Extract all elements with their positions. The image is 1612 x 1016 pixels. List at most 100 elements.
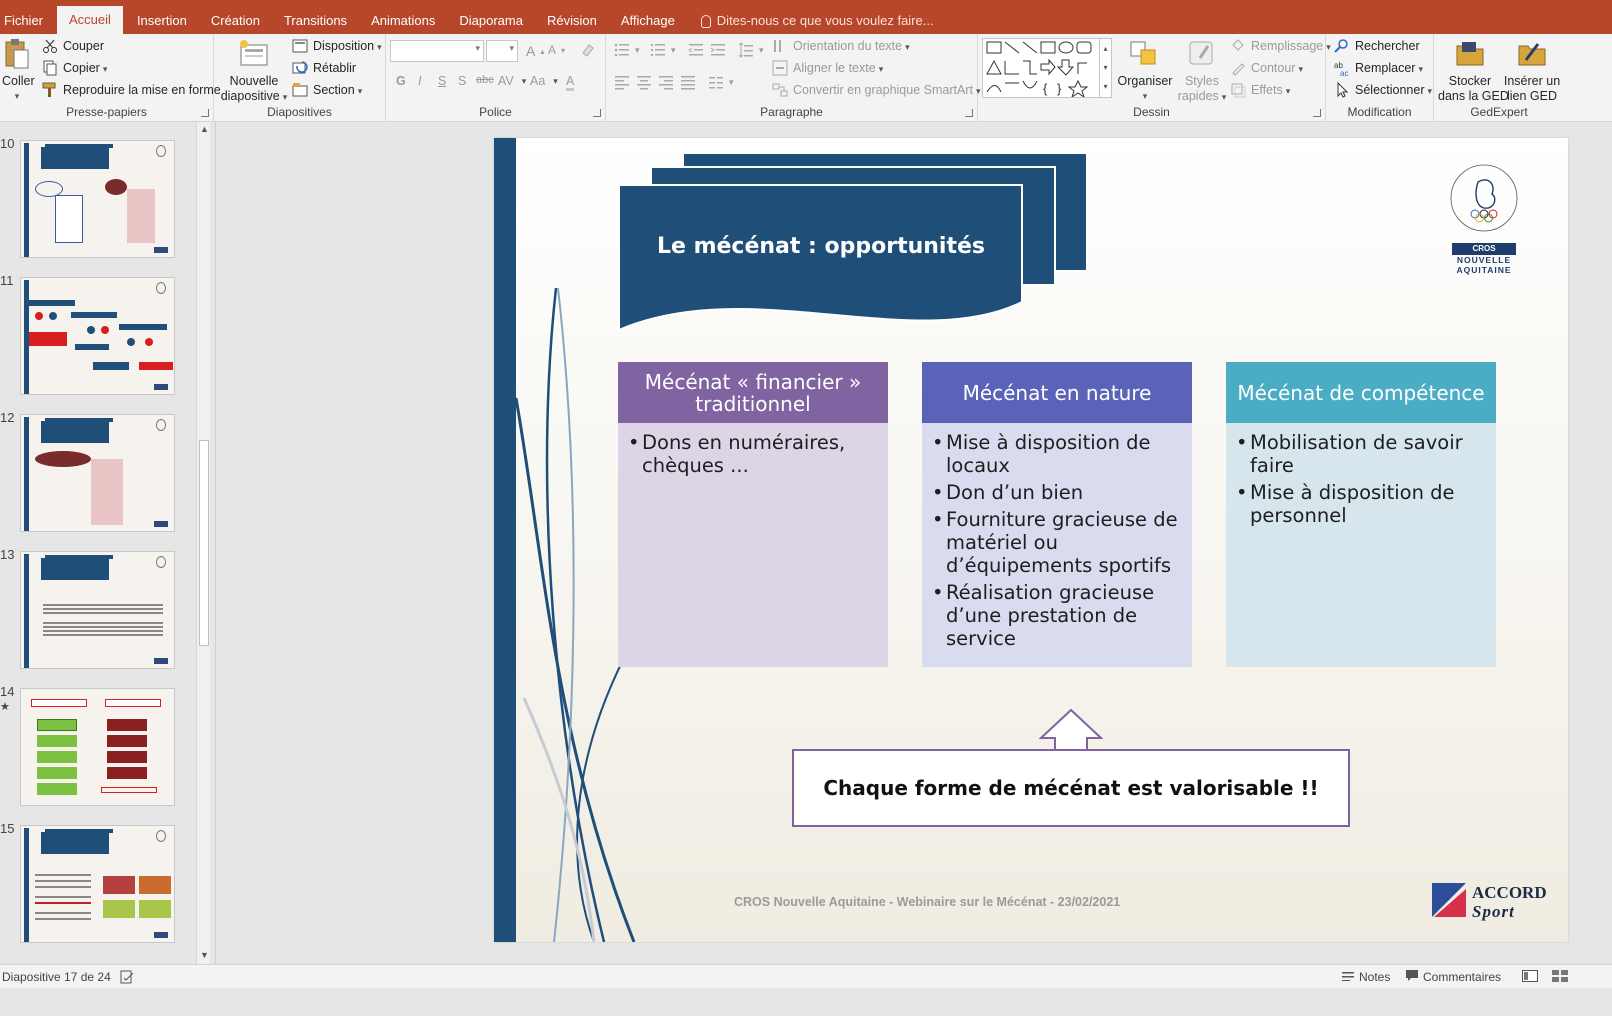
columns-button[interactable]: ▾ bbox=[708, 74, 734, 90]
increase-indent-button[interactable] bbox=[710, 42, 726, 58]
store-in-ged-button[interactable]: Stocker dans la GED bbox=[1438, 38, 1509, 104]
cros-logo: CROS NOUVELLE AQUITAINE bbox=[1444, 162, 1524, 275]
align-right-button[interactable] bbox=[658, 74, 674, 90]
dialog-launcher-icon[interactable] bbox=[593, 109, 601, 117]
text-direction-button[interactable]: Orientation du texte bbox=[772, 38, 910, 54]
olympic-committee-seal-icon bbox=[1450, 164, 1518, 232]
normal-view-icon[interactable] bbox=[1522, 970, 1538, 982]
justify-icon bbox=[680, 74, 696, 90]
columns-icon bbox=[708, 74, 724, 90]
align-text-button[interactable]: Aligner le texte bbox=[772, 60, 883, 76]
section-button[interactable]: Section bbox=[292, 82, 362, 98]
notes-button[interactable]: Notes bbox=[1342, 970, 1390, 984]
font-size-combobox[interactable]: ▾ bbox=[486, 40, 518, 62]
select-button[interactable]: Sélectionner bbox=[1334, 81, 1432, 98]
dialog-launcher-icon[interactable] bbox=[201, 109, 209, 117]
slide-thumbnail-12[interactable] bbox=[20, 414, 175, 532]
decrease-indent-button[interactable] bbox=[688, 42, 704, 58]
dialog-launcher-icon[interactable] bbox=[1313, 109, 1321, 117]
font-color-button[interactable]: A bbox=[566, 74, 575, 91]
underline-button[interactable]: S bbox=[438, 74, 446, 88]
title-shape-front bbox=[618, 184, 1023, 332]
cursor-arrow-icon bbox=[1334, 81, 1350, 98]
slide-thumbnail-15[interactable] bbox=[20, 825, 175, 943]
comments-button[interactable]: Commentaires bbox=[1406, 970, 1501, 984]
numbering-icon bbox=[650, 42, 666, 58]
scroll-up-icon[interactable]: ▲ bbox=[200, 124, 209, 134]
align-text-icon bbox=[772, 60, 788, 76]
group-label-font: Police bbox=[479, 105, 512, 119]
slide-canvas[interactable]: Le mécénat : opportunités CROS NOUVELLE … bbox=[494, 138, 1568, 942]
strikethrough-button[interactable]: abc bbox=[476, 74, 494, 86]
slide-thumbnail-10[interactable] bbox=[20, 140, 175, 258]
indent-icon bbox=[710, 42, 726, 58]
notes-icon bbox=[1342, 970, 1354, 984]
new-slide-button[interactable]: Nouvelle diapositive bbox=[220, 38, 288, 105]
character-spacing-button[interactable]: AV bbox=[498, 74, 526, 88]
paint-bucket-icon bbox=[1230, 38, 1246, 54]
italic-button[interactable]: I bbox=[418, 74, 421, 88]
tell-me-box[interactable]: Dites-nous ce que vous voulez faire... bbox=[687, 8, 934, 34]
spellcheck-icon[interactable] bbox=[120, 970, 134, 984]
format-painter-button[interactable]: Reproduire la mise en forme bbox=[42, 82, 221, 98]
shape-fill-button[interactable]: Remplissage bbox=[1230, 38, 1331, 54]
scrollbar-thumb[interactable] bbox=[199, 440, 209, 646]
thumbnail-number: 11 bbox=[0, 273, 14, 288]
group-drawing: {} ▴▾▾ Organiser ▾ Styles rapides Rempli… bbox=[978, 34, 1326, 122]
tab-revision[interactable]: Révision bbox=[535, 8, 609, 34]
bold-button[interactable]: G bbox=[396, 74, 406, 88]
tab-diaporama[interactable]: Diaporama bbox=[447, 8, 535, 34]
numbering-button[interactable]: ▾ bbox=[650, 42, 676, 58]
replace-button[interactable]: ab ac Remplacer bbox=[1334, 60, 1423, 78]
scroll-down-icon[interactable]: ▼ bbox=[200, 950, 209, 960]
shapes-gallery[interactable]: {} ▴ ▾ ▾ bbox=[982, 38, 1112, 99]
quick-styles-button[interactable]: Styles rapides bbox=[1174, 38, 1230, 105]
tab-affichage[interactable]: Affichage bbox=[609, 8, 687, 34]
slide-thumbnail-11[interactable] bbox=[20, 277, 175, 395]
insert-ged-link-button[interactable]: Insérer un lien GED bbox=[1500, 38, 1564, 104]
shape-effects-button[interactable]: Effets bbox=[1230, 82, 1290, 98]
slide-thumbnail-14[interactable] bbox=[20, 688, 175, 806]
column-header-nature: Mécénat en nature bbox=[922, 362, 1192, 423]
slide-sorter-icon[interactable] bbox=[1552, 970, 1568, 982]
align-center-button[interactable] bbox=[636, 74, 652, 90]
justify-button[interactable] bbox=[680, 74, 696, 90]
gallery-scroll[interactable]: ▴ ▾ ▾ bbox=[1099, 39, 1111, 97]
link-folder-icon bbox=[1516, 38, 1548, 70]
tab-insertion[interactable]: Insertion bbox=[125, 8, 199, 34]
copy-button[interactable]: Copier bbox=[42, 60, 107, 76]
grow-font-button[interactable]: A ▴ bbox=[526, 43, 544, 59]
shadow-button[interactable]: S bbox=[458, 74, 466, 88]
smartart-icon bbox=[772, 82, 788, 98]
thumbnail-number: 13 bbox=[0, 547, 15, 562]
reset-button[interactable]: Rétablir bbox=[292, 60, 356, 76]
cros-badge: CROS bbox=[1452, 243, 1516, 255]
shape-outline-button[interactable]: Contour bbox=[1230, 60, 1303, 76]
line-spacing-button[interactable]: ▾ bbox=[738, 42, 764, 58]
convert-smartart-button[interactable]: Convertir en graphique SmartArt bbox=[772, 82, 980, 98]
bullets-button[interactable]: ▾ bbox=[614, 42, 640, 58]
slide-title: Le mécénat : opportunités bbox=[656, 234, 986, 259]
arrange-button[interactable]: Organiser ▾ bbox=[1116, 38, 1174, 104]
align-left-button[interactable] bbox=[614, 74, 630, 90]
tab-accueil[interactable]: Accueil bbox=[57, 6, 123, 34]
dialog-launcher-icon[interactable] bbox=[965, 109, 973, 117]
font-name-combobox[interactable]: ▾ bbox=[390, 40, 484, 62]
thumbnail-scrollbar[interactable]: ▲ ▼ bbox=[196, 122, 210, 964]
cut-button[interactable]: Couper bbox=[42, 38, 104, 54]
layout-button[interactable]: Disposition bbox=[292, 38, 382, 54]
tab-creation[interactable]: Création bbox=[199, 8, 272, 34]
align-center-icon bbox=[636, 74, 652, 90]
find-button[interactable]: Rechercher bbox=[1334, 38, 1420, 54]
paste-button[interactable]: Coller ▾ bbox=[2, 38, 35, 104]
clear-formatting-button[interactable] bbox=[580, 42, 596, 58]
shapes-icon: {} bbox=[986, 41, 1092, 99]
tab-transitions[interactable]: Transitions bbox=[272, 8, 359, 34]
tab-animations[interactable]: Animations bbox=[359, 8, 447, 34]
slide-thumbnail-13[interactable] bbox=[20, 551, 175, 669]
change-case-button[interactable]: Aa bbox=[530, 74, 558, 88]
tab-fichier[interactable]: Fichier bbox=[0, 8, 55, 34]
accord-logo-mark-icon bbox=[1432, 883, 1466, 917]
shrink-font-button[interactable]: A ▾ bbox=[548, 43, 565, 57]
group-label-paragraph: Paragraphe bbox=[760, 105, 823, 119]
